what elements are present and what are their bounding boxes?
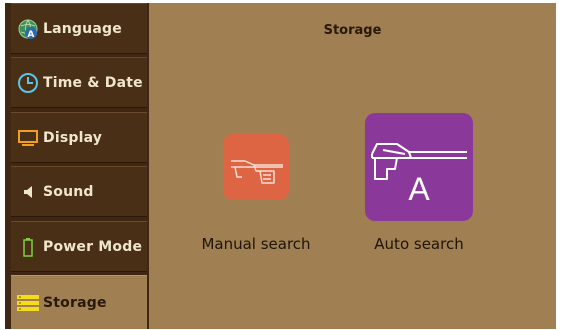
storage-settings-screen: A Language Time & Date Display Sound Pow… — [5, 3, 556, 329]
sidebar-item-power-mode[interactable]: Power Mode — [11, 221, 147, 272]
sidebar-item-label: Time & Date — [43, 74, 143, 91]
clock-icon — [16, 71, 40, 95]
settings-sidebar: A Language Time & Date Display Sound Pow… — [5, 3, 149, 329]
sidebar-item-label: Language — [43, 20, 122, 37]
sidebar-item-display[interactable]: Display — [11, 112, 147, 163]
manual-search-label: Manual search — [201, 235, 311, 253]
page-title: Storage — [323, 23, 382, 38]
storage-icon — [16, 291, 40, 315]
globe-a-icon: A — [16, 17, 40, 41]
battery-icon — [16, 235, 40, 259]
auto-search-label: Auto search — [374, 235, 464, 253]
sidebar-item-language[interactable]: A Language — [11, 3, 147, 54]
sidebar-item-time-date[interactable]: Time & Date — [11, 57, 147, 108]
monitor-icon — [16, 126, 40, 150]
sidebar-item-sound[interactable]: Sound — [11, 166, 147, 217]
auto-badge-label: A — [408, 171, 430, 207]
detector-icon — [231, 160, 283, 184]
sidebar-item-label: Power Mode — [43, 238, 143, 255]
sidebar-item-storage[interactable]: Storage — [11, 275, 147, 329]
sidebar-item-label: Sound — [43, 183, 94, 200]
auto-search-button[interactable]: A — [365, 113, 473, 221]
svg-text:A: A — [27, 30, 34, 40]
sidebar-item-label: Storage — [43, 294, 107, 311]
speaker-icon — [16, 180, 40, 204]
sidebar-item-label: Display — [43, 129, 103, 146]
manual-search-button[interactable] — [223, 134, 289, 200]
detector-auto-icon: A — [371, 143, 467, 207]
